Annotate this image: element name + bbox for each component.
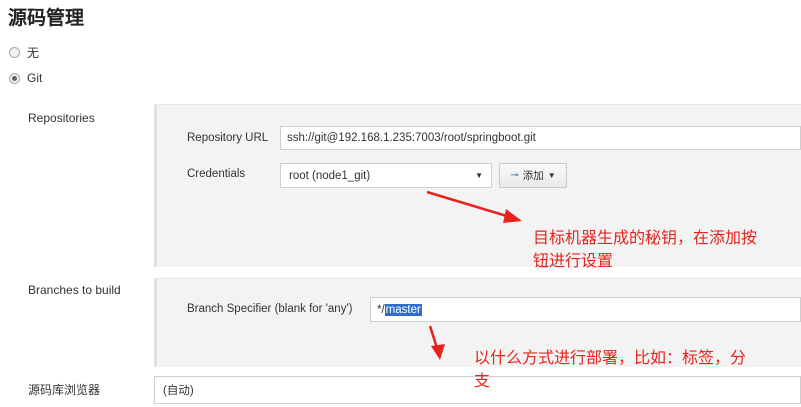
credentials-annotation-line1: 目标机器生成的秘钥，在添加按 <box>533 228 758 247</box>
branch-annotation-line1: 以什么方式进行部署，比如：标签，分 <box>474 348 747 367</box>
branch-annotation-line2: 支 <box>474 371 491 390</box>
branch-arrow <box>428 325 445 360</box>
branch-annotation: 以什么方式进行部署，比如：标签，分 支 <box>474 346 801 392</box>
credentials-arrow <box>426 190 522 223</box>
credentials-annotation-line2: 钮进行设置 <box>533 251 614 270</box>
credentials-annotation: 目标机器生成的秘钥，在添加按 钮进行设置 <box>533 226 801 272</box>
